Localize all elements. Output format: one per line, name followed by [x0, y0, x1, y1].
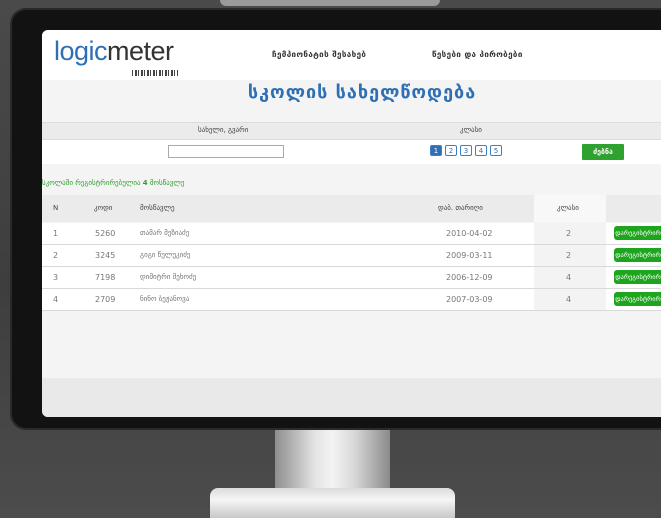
logo-part-meter: meter	[107, 36, 174, 66]
registered-count-value: 4	[142, 179, 148, 187]
student-name: ნინო ბეჟანოვა	[140, 295, 190, 303]
class-button-4[interactable]: 4	[475, 145, 487, 156]
student-code: 5260	[95, 229, 116, 238]
filter-row: 1 2 3 4 5 ძებნა	[42, 140, 661, 164]
monitor-frame: logicmeter ჩემპიონატის შესახებ წესები და…	[12, 10, 661, 428]
table-row: 4 2709 ნინო ბეჟანოვა 2007-03-09 4 დარეგი…	[42, 289, 661, 311]
class-button-1[interactable]: 1	[430, 145, 442, 156]
monitor-stand-neck	[275, 428, 390, 490]
name-filter-label: სახელი, გვარი	[198, 126, 249, 134]
registered-count: სკოლაში რეგისტრირებულია 4 მოსწავლე	[42, 179, 184, 187]
register-button[interactable]: დარეგისტრირება	[614, 292, 661, 306]
grade-value: 2	[566, 229, 572, 238]
register-button[interactable]: დარეგისტრირება	[614, 226, 661, 240]
grade-value: 4	[566, 295, 572, 304]
student-code: 2709	[95, 295, 116, 304]
row-number: 4	[53, 295, 59, 304]
nav-about-championship[interactable]: ჩემპიონატის შესახებ	[272, 50, 366, 59]
logo-barcode-icon	[132, 70, 178, 76]
row-number: 3	[53, 273, 59, 282]
row-number: 1	[53, 229, 59, 238]
table-row: 2 3245 გიგი წულუკიძე 2009-03-11 2 დარეგი…	[42, 245, 661, 267]
grade-value: 4	[566, 273, 572, 282]
column-header-dob: დაბ. თარიღი	[438, 204, 483, 212]
logo-part-logic: logic	[54, 36, 108, 66]
page-footer	[42, 378, 661, 417]
table-row: 3 7198 დიმიტრი მეხოძე 2006-12-09 4 დარეგ…	[42, 267, 661, 289]
student-code: 3245	[95, 251, 116, 260]
name-search-input[interactable]	[168, 145, 284, 158]
search-button[interactable]: ძებნა	[582, 144, 624, 160]
nav-rules-terms[interactable]: წესები და პირობები	[432, 50, 523, 59]
screen: logicmeter ჩემპიონატის შესახებ წესები და…	[42, 30, 661, 417]
class-button-3[interactable]: 3	[460, 145, 472, 156]
monitor-stand-base	[210, 488, 455, 518]
birth-date: 2007-03-09	[446, 295, 493, 304]
class-button-group: 1 2 3 4 5	[430, 145, 502, 156]
column-header-n: N	[53, 204, 59, 212]
column-header-grade: კლასი	[557, 204, 579, 212]
class-filter-label: კლასი	[460, 126, 482, 134]
birth-date: 2006-12-09	[446, 273, 493, 282]
class-button-2[interactable]: 2	[445, 145, 457, 156]
student-name: თამარ მეზიაძე	[140, 229, 190, 237]
birth-date: 2009-03-11	[446, 251, 493, 260]
register-button[interactable]: დარეგისტრირება	[614, 270, 661, 284]
page-title: სკოლის სახელწოდება	[247, 82, 477, 103]
student-name: დიმიტრი მეხოძე	[140, 273, 197, 281]
filter-header: სახელი, გვარი კლასი	[42, 122, 661, 140]
table-header: N კოდი მოსწავლე დაბ. თარიღი კლასი	[42, 195, 661, 222]
register-button[interactable]: დარეგისტრირება	[614, 248, 661, 262]
column-header-code: კოდი	[94, 204, 113, 212]
class-button-5[interactable]: 5	[490, 145, 502, 156]
row-number: 2	[53, 251, 59, 260]
logo[interactable]: logicmeter	[54, 36, 174, 67]
site-header: logicmeter ჩემპიონატის შესახებ წესები და…	[42, 30, 661, 80]
grade-value: 2	[566, 251, 572, 260]
table-row: 1 5260 თამარ მეზიაძე 2010-04-02 2 დარეგი…	[42, 223, 661, 245]
registered-count-prefix: სკოლაში რეგისტრირებულია	[42, 179, 141, 187]
column-header-student: მოსწავლე	[140, 204, 175, 212]
student-name: გიგი წულუკიძე	[140, 251, 191, 259]
birth-date: 2010-04-02	[446, 229, 493, 238]
monitor-top-edge	[220, 0, 440, 6]
student-code: 7198	[95, 273, 116, 282]
registered-count-suffix: მოსწავლე	[149, 179, 185, 187]
